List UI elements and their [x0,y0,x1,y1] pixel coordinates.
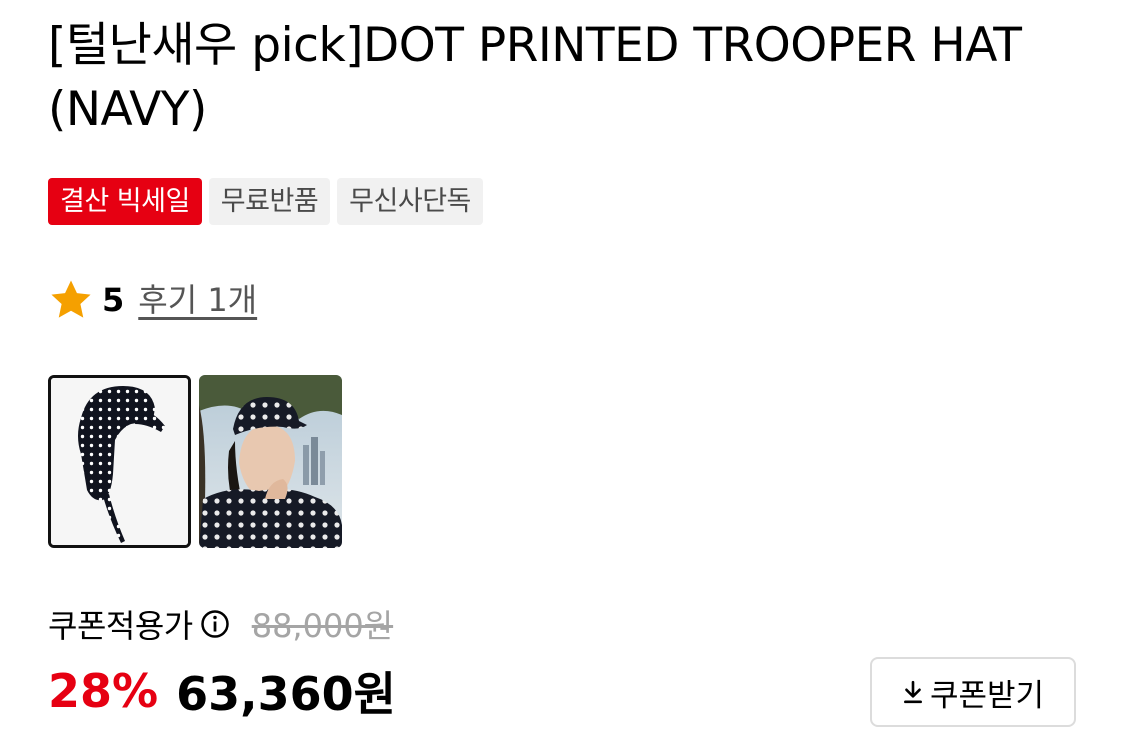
exclusive-badge: 무신사단독 [337,178,483,225]
discount-rate: 28% [48,664,159,718]
original-price: 88,000원 [251,607,394,645]
thumbnail-hat-product[interactable] [48,375,191,548]
free-return-badge: 무료반품 [208,178,331,225]
rating-row: 5 후기 1개 [48,276,257,324]
star-icon [51,280,91,318]
download-coupon-button[interactable]: 쿠폰받기 [870,657,1076,727]
coupon-button-label: 쿠폰받기 [929,677,1045,714]
sale-badge: 결산 빅세일 [48,178,202,225]
product-title: [털난새우 pick]DOT PRINTED TROOPER HAT (NAVY… [48,18,1022,137]
thumbnail-gallery [48,375,342,548]
price-label-row: 쿠폰적용가 88,000원 [48,598,393,650]
rating-score: 5 [102,281,125,319]
review-count-link[interactable]: 후기 1개 [138,276,257,324]
hat-product-image [51,378,188,545]
final-price: 63,360원 [176,667,396,721]
model-wearing-hat-image [199,375,342,548]
info-icon[interactable] [200,609,230,639]
badge-list: 결산 빅세일 무료반품 무신사단독 [48,178,483,225]
coupon-price-label: 쿠폰적용가 [48,607,193,645]
download-icon [904,680,922,704]
thumbnail-model-wearing-hat[interactable] [199,375,342,548]
price-row: 28% 63,360원 [48,656,396,726]
